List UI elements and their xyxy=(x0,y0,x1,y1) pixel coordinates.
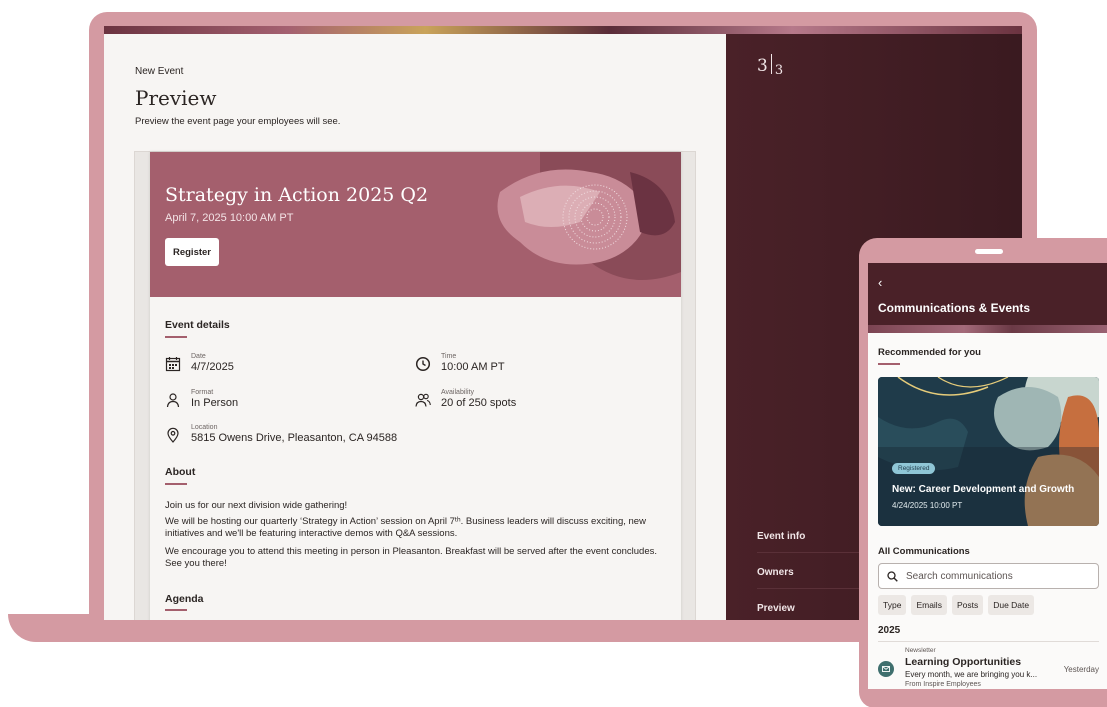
about-heading: About xyxy=(165,466,196,478)
detail-location: Location 5815 Owens Drive, Pleasanton, C… xyxy=(165,423,397,445)
chip-due-date[interactable]: Due Date xyxy=(988,595,1035,615)
event-datetime: April 7, 2025 10:00 AM PT xyxy=(165,212,294,224)
format-label: Format xyxy=(191,389,214,396)
section-underline xyxy=(165,336,187,338)
calendar-icon xyxy=(165,357,181,372)
event-details-heading: Event details xyxy=(165,319,230,331)
phone-header: ‹ Communications & Events xyxy=(868,263,1107,333)
detail-availability: Availability 20 of 250 spots xyxy=(415,388,516,410)
logo-sub: 3 xyxy=(774,63,784,78)
recommended-card[interactable]: Registered New: Career Development and G… xyxy=(878,377,1099,526)
all-communications-heading: All Communications xyxy=(878,546,970,557)
format-value: In Person xyxy=(191,397,239,409)
location-label: Location xyxy=(191,424,218,431)
newsletter-icon xyxy=(878,661,894,677)
detail-time: Time 10:00 AM PT xyxy=(415,352,505,374)
item-title: Learning Opportunities xyxy=(905,656,1022,668)
item-description: Every month, we are bringing you k... xyxy=(905,670,1038,679)
logo-main: 3 xyxy=(757,56,768,76)
phone-frame: ‹ Communications & Events Recommended fo… xyxy=(859,238,1107,707)
person-icon xyxy=(166,393,180,408)
date-value: 4/7/2025 xyxy=(191,361,234,373)
event-page: Strategy in Action 2025 Q2 April 7, 2025… xyxy=(150,152,681,620)
event-preview-frame: Strategy in Action 2025 Q2 April 7, 2025… xyxy=(134,151,696,620)
decorative-header-strip xyxy=(868,325,1107,333)
agenda-heading: Agenda xyxy=(165,593,204,605)
item-timestamp: Yesterday xyxy=(1063,665,1099,674)
time-value: 10:00 AM PT xyxy=(441,361,505,373)
filter-chips: Type Emails Posts Due Date xyxy=(878,595,1035,615)
availability-label: Availability xyxy=(441,389,474,396)
recommended-heading: Recommended for you xyxy=(878,347,981,358)
section-underline xyxy=(165,609,187,611)
chip-emails[interactable]: Emails xyxy=(911,595,947,615)
about-paragraph-1: Join us for our next division wide gathe… xyxy=(165,500,348,511)
search-input[interactable] xyxy=(906,570,1086,582)
promo-title: New: Career Development and Growth xyxy=(892,484,1075,495)
event-title: Strategy in Action 2025 Q2 xyxy=(165,184,429,206)
promo-date: 4/24/2025 10:00 PT xyxy=(892,501,963,510)
phone-notch xyxy=(975,249,1003,254)
divider xyxy=(878,641,1099,642)
brand-logo: 33 xyxy=(757,54,783,78)
availability-value: 20 of 250 spots xyxy=(441,397,517,409)
search-box xyxy=(878,563,1099,589)
location-value: 5815 Owens Drive, Pleasanton, CA 94588 xyxy=(191,432,398,444)
phone-screen: ‹ Communications & Events Recommended fo… xyxy=(868,263,1107,689)
back-chevron-icon[interactable]: ‹ xyxy=(878,275,882,290)
people-icon xyxy=(415,393,431,407)
breadcrumb[interactable]: New Event xyxy=(135,66,183,77)
detail-format: Format In Person xyxy=(165,388,238,410)
detail-date: Date 4/7/2025 xyxy=(165,352,234,374)
page-subtitle: Preview the event page your employees wi… xyxy=(135,116,341,127)
time-label: Time xyxy=(441,353,457,360)
registered-badge: Registered xyxy=(892,463,936,474)
section-underline xyxy=(878,363,900,365)
chip-posts[interactable]: Posts xyxy=(951,595,984,615)
chip-type[interactable]: Type xyxy=(878,595,907,615)
decorative-top-band xyxy=(104,26,1022,34)
about-paragraph-3: We encourage you to attend this meeting … xyxy=(165,546,658,569)
date-label: Date xyxy=(191,353,206,360)
phone-title: Communications & Events xyxy=(878,301,1031,315)
section-underline xyxy=(165,483,187,485)
item-source: From Inspire Employees xyxy=(905,681,981,688)
item-kicker: Newsletter xyxy=(905,647,936,654)
logo-divider xyxy=(770,54,772,74)
list-item[interactable]: Newsletter Learning Opportunities Every … xyxy=(878,647,1107,689)
clock-icon xyxy=(415,356,431,372)
register-button[interactable]: Register xyxy=(165,238,219,266)
about-paragraph-2: We will be hosting our quarterly ‘Strate… xyxy=(165,516,646,539)
year-heading: 2025 xyxy=(878,625,901,636)
search-icon xyxy=(887,570,898,582)
location-pin-icon xyxy=(167,427,179,443)
hands-illustration-icon xyxy=(497,152,681,280)
page-title: Preview xyxy=(135,86,217,110)
preview-pane: New Event Preview Preview the event page… xyxy=(104,34,726,620)
event-hero-banner: Strategy in Action 2025 Q2 April 7, 2025… xyxy=(150,152,681,297)
